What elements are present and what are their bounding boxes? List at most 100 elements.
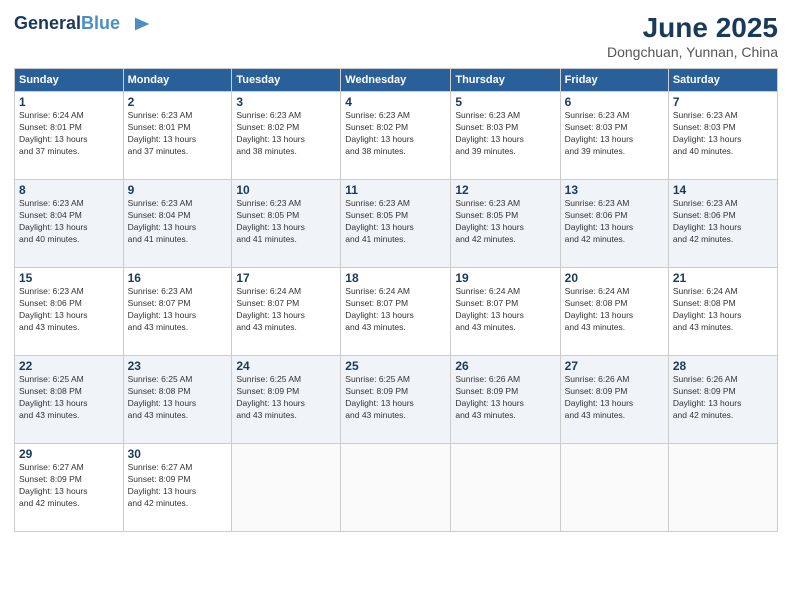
day-number: 25 xyxy=(345,359,446,373)
table-row: 8Sunrise: 6:23 AMSunset: 8:04 PMDaylight… xyxy=(15,180,124,268)
table-row: 5Sunrise: 6:23 AMSunset: 8:03 PMDaylight… xyxy=(451,92,560,180)
table-row: 7Sunrise: 6:23 AMSunset: 8:03 PMDaylight… xyxy=(668,92,777,180)
calendar-week-4: 22Sunrise: 6:25 AMSunset: 8:08 PMDayligh… xyxy=(15,356,778,444)
day-number: 14 xyxy=(673,183,773,197)
calendar-header-row: Sunday Monday Tuesday Wednesday Thursday… xyxy=(15,69,778,92)
table-row: 16Sunrise: 6:23 AMSunset: 8:07 PMDayligh… xyxy=(123,268,232,356)
day-number: 12 xyxy=(455,183,555,197)
table-row: 22Sunrise: 6:25 AMSunset: 8:08 PMDayligh… xyxy=(15,356,124,444)
col-saturday: Saturday xyxy=(668,69,777,92)
day-number: 22 xyxy=(19,359,119,373)
day-info: Sunrise: 6:25 AMSunset: 8:08 PMDaylight:… xyxy=(19,374,88,420)
day-number: 3 xyxy=(236,95,336,109)
table-row: 29Sunrise: 6:27 AMSunset: 8:09 PMDayligh… xyxy=(15,444,124,532)
table-row: 18Sunrise: 6:24 AMSunset: 8:07 PMDayligh… xyxy=(341,268,451,356)
col-sunday: Sunday xyxy=(15,69,124,92)
table-row: 21Sunrise: 6:24 AMSunset: 8:08 PMDayligh… xyxy=(668,268,777,356)
day-info: Sunrise: 6:23 AMSunset: 8:04 PMDaylight:… xyxy=(19,198,88,244)
table-row xyxy=(232,444,341,532)
title-block: June 2025 Dongchuan, Yunnan, China xyxy=(607,12,778,60)
day-number: 11 xyxy=(345,183,446,197)
day-info: Sunrise: 6:23 AMSunset: 8:03 PMDaylight:… xyxy=(565,110,634,156)
day-info: Sunrise: 6:25 AMSunset: 8:09 PMDaylight:… xyxy=(345,374,414,420)
day-number: 5 xyxy=(455,95,555,109)
day-info: Sunrise: 6:23 AMSunset: 8:02 PMDaylight:… xyxy=(345,110,414,156)
day-number: 20 xyxy=(565,271,664,285)
day-number: 29 xyxy=(19,447,119,461)
col-wednesday: Wednesday xyxy=(341,69,451,92)
table-row: 3Sunrise: 6:23 AMSunset: 8:02 PMDaylight… xyxy=(232,92,341,180)
day-info: Sunrise: 6:23 AMSunset: 8:03 PMDaylight:… xyxy=(673,110,742,156)
table-row: 4Sunrise: 6:23 AMSunset: 8:02 PMDaylight… xyxy=(341,92,451,180)
table-row xyxy=(341,444,451,532)
day-info: Sunrise: 6:24 AMSunset: 8:08 PMDaylight:… xyxy=(565,286,634,332)
day-info: Sunrise: 6:26 AMSunset: 8:09 PMDaylight:… xyxy=(673,374,742,420)
day-info: Sunrise: 6:24 AMSunset: 8:07 PMDaylight:… xyxy=(345,286,414,332)
day-info: Sunrise: 6:23 AMSunset: 8:03 PMDaylight:… xyxy=(455,110,524,156)
table-row: 26Sunrise: 6:26 AMSunset: 8:09 PMDayligh… xyxy=(451,356,560,444)
day-number: 23 xyxy=(128,359,228,373)
table-row: 10Sunrise: 6:23 AMSunset: 8:05 PMDayligh… xyxy=(232,180,341,268)
table-row: 28Sunrise: 6:26 AMSunset: 8:09 PMDayligh… xyxy=(668,356,777,444)
table-row xyxy=(451,444,560,532)
table-row xyxy=(560,444,668,532)
day-number: 16 xyxy=(128,271,228,285)
day-number: 24 xyxy=(236,359,336,373)
header: GeneralBlue June 2025 Dongchuan, Yunnan,… xyxy=(14,12,778,60)
day-number: 2 xyxy=(128,95,228,109)
day-number: 8 xyxy=(19,183,119,197)
day-info: Sunrise: 6:24 AMSunset: 8:07 PMDaylight:… xyxy=(455,286,524,332)
table-row xyxy=(668,444,777,532)
table-row: 15Sunrise: 6:23 AMSunset: 8:06 PMDayligh… xyxy=(15,268,124,356)
day-number: 28 xyxy=(673,359,773,373)
day-number: 21 xyxy=(673,271,773,285)
day-number: 13 xyxy=(565,183,664,197)
table-row: 19Sunrise: 6:24 AMSunset: 8:07 PMDayligh… xyxy=(451,268,560,356)
day-number: 6 xyxy=(565,95,664,109)
day-info: Sunrise: 6:24 AMSunset: 8:01 PMDaylight:… xyxy=(19,110,88,156)
day-info: Sunrise: 6:23 AMSunset: 8:06 PMDaylight:… xyxy=(565,198,634,244)
table-row: 2Sunrise: 6:23 AMSunset: 8:01 PMDaylight… xyxy=(123,92,232,180)
col-tuesday: Tuesday xyxy=(232,69,341,92)
table-row: 11Sunrise: 6:23 AMSunset: 8:05 PMDayligh… xyxy=(341,180,451,268)
table-row: 1Sunrise: 6:24 AMSunset: 8:01 PMDaylight… xyxy=(15,92,124,180)
day-number: 26 xyxy=(455,359,555,373)
day-info: Sunrise: 6:23 AMSunset: 8:02 PMDaylight:… xyxy=(236,110,305,156)
month-title: June 2025 xyxy=(607,12,778,44)
table-row: 24Sunrise: 6:25 AMSunset: 8:09 PMDayligh… xyxy=(232,356,341,444)
day-info: Sunrise: 6:23 AMSunset: 8:06 PMDaylight:… xyxy=(19,286,88,332)
table-row: 14Sunrise: 6:23 AMSunset: 8:06 PMDayligh… xyxy=(668,180,777,268)
location: Dongchuan, Yunnan, China xyxy=(607,44,778,60)
day-number: 15 xyxy=(19,271,119,285)
calendar-week-5: 29Sunrise: 6:27 AMSunset: 8:09 PMDayligh… xyxy=(15,444,778,532)
day-number: 27 xyxy=(565,359,664,373)
day-number: 1 xyxy=(19,95,119,109)
table-row: 9Sunrise: 6:23 AMSunset: 8:04 PMDaylight… xyxy=(123,180,232,268)
day-info: Sunrise: 6:27 AMSunset: 8:09 PMDaylight:… xyxy=(128,462,197,508)
col-monday: Monday xyxy=(123,69,232,92)
calendar-container: GeneralBlue June 2025 Dongchuan, Yunnan,… xyxy=(0,0,792,612)
day-info: Sunrise: 6:26 AMSunset: 8:09 PMDaylight:… xyxy=(455,374,524,420)
table-row: 23Sunrise: 6:25 AMSunset: 8:08 PMDayligh… xyxy=(123,356,232,444)
day-info: Sunrise: 6:23 AMSunset: 8:05 PMDaylight:… xyxy=(236,198,305,244)
table-row: 13Sunrise: 6:23 AMSunset: 8:06 PMDayligh… xyxy=(560,180,668,268)
calendar-week-1: 1Sunrise: 6:24 AMSunset: 8:01 PMDaylight… xyxy=(15,92,778,180)
day-number: 19 xyxy=(455,271,555,285)
table-row: 30Sunrise: 6:27 AMSunset: 8:09 PMDayligh… xyxy=(123,444,232,532)
calendar-table: Sunday Monday Tuesday Wednesday Thursday… xyxy=(14,68,778,532)
col-thursday: Thursday xyxy=(451,69,560,92)
table-row: 20Sunrise: 6:24 AMSunset: 8:08 PMDayligh… xyxy=(560,268,668,356)
day-number: 4 xyxy=(345,95,446,109)
day-info: Sunrise: 6:26 AMSunset: 8:09 PMDaylight:… xyxy=(565,374,634,420)
day-info: Sunrise: 6:27 AMSunset: 8:09 PMDaylight:… xyxy=(19,462,88,508)
calendar-week-3: 15Sunrise: 6:23 AMSunset: 8:06 PMDayligh… xyxy=(15,268,778,356)
day-info: Sunrise: 6:23 AMSunset: 8:05 PMDaylight:… xyxy=(345,198,414,244)
day-info: Sunrise: 6:25 AMSunset: 8:09 PMDaylight:… xyxy=(236,374,305,420)
table-row: 17Sunrise: 6:24 AMSunset: 8:07 PMDayligh… xyxy=(232,268,341,356)
day-number: 17 xyxy=(236,271,336,285)
table-row: 25Sunrise: 6:25 AMSunset: 8:09 PMDayligh… xyxy=(341,356,451,444)
day-info: Sunrise: 6:24 AMSunset: 8:07 PMDaylight:… xyxy=(236,286,305,332)
day-info: Sunrise: 6:23 AMSunset: 8:06 PMDaylight:… xyxy=(673,198,742,244)
day-info: Sunrise: 6:23 AMSunset: 8:04 PMDaylight:… xyxy=(128,198,197,244)
col-friday: Friday xyxy=(560,69,668,92)
